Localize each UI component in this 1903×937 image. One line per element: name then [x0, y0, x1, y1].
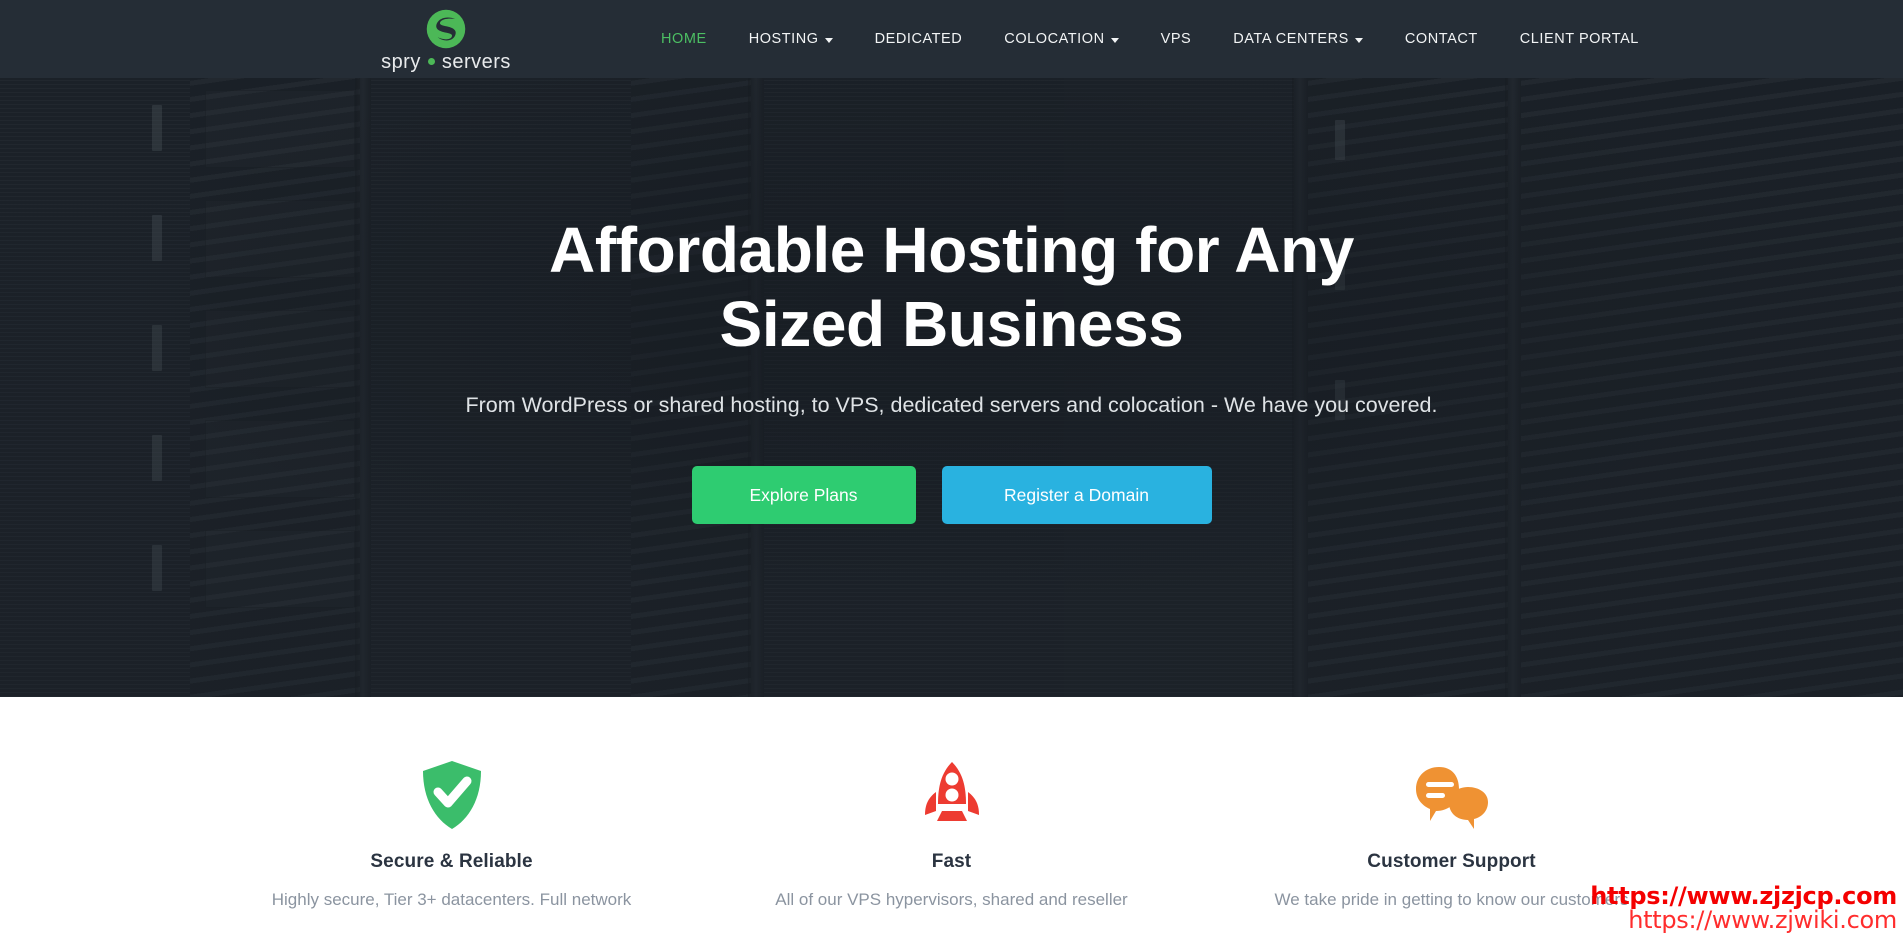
- logo-dot-icon: [427, 58, 435, 65]
- nav-item-home[interactable]: HOME: [640, 0, 728, 78]
- site-header: spry servers HOME HOSTING DEDICATED COLO…: [0, 0, 1903, 78]
- site-logo[interactable]: spry servers: [376, 0, 516, 78]
- spry-circle-s-logo-icon: [426, 9, 466, 48]
- nav-label: CONTACT: [1404, 31, 1478, 47]
- feature-card-secure-reliable: Secure & Reliable Highly secure, Tier 3+…: [202, 759, 702, 937]
- chevron-down-icon: [1354, 38, 1363, 43]
- feature-description: Highly secure, Tier 3+ datacenters. Full…: [271, 890, 632, 909]
- nav-label: COLOCATION: [1004, 31, 1105, 47]
- nav-label: HOME: [661, 31, 707, 47]
- nav-item-data-centers[interactable]: DATA CENTERS: [1212, 0, 1384, 78]
- feature-card-customer-support: Customer Support We take pride in gettin…: [1202, 759, 1702, 937]
- chevron-down-icon: [1110, 38, 1119, 43]
- logo-word-servers: servers: [441, 50, 511, 73]
- nav-label: HOSTING: [748, 31, 819, 47]
- nav-label: VPS: [1160, 31, 1192, 47]
- features-section: Secure & Reliable Highly secure, Tier 3+…: [0, 697, 1903, 937]
- hero-subtitle: From WordPress or shared hosting, to VPS…: [465, 393, 1438, 418]
- register-domain-button[interactable]: Register a Domain: [941, 466, 1212, 525]
- nav-item-contact[interactable]: CONTACT: [1384, 0, 1499, 78]
- nav-item-client-portal[interactable]: CLIENT PORTAL: [1499, 0, 1660, 78]
- feature-description: We take pride in getting to know our cus…: [1274, 890, 1629, 909]
- logo-wordmark: spry servers: [381, 52, 511, 72]
- hero-section: Affordable Hosting for Any Sized Busines…: [0, 0, 1903, 697]
- nav-label: CLIENT PORTAL: [1519, 31, 1639, 47]
- explore-plans-button[interactable]: Explore Plans: [691, 466, 916, 525]
- hero-cta-group: Explore Plans Register a Domain: [691, 466, 1212, 525]
- page-root: Affordable Hosting for Any Sized Busines…: [0, 0, 1903, 937]
- hero-content: Affordable Hosting for Any Sized Busines…: [0, 0, 1903, 697]
- nav-label: DATA CENTERS: [1233, 31, 1349, 47]
- feature-title: Secure & Reliable: [370, 851, 533, 872]
- logo-word-spry: spry: [381, 50, 421, 73]
- nav-item-hosting[interactable]: HOSTING: [728, 0, 854, 78]
- shield-check-icon: [421, 759, 483, 831]
- feature-title: Fast: [931, 851, 972, 872]
- hero-title: Affordable Hosting for Any Sized Busines…: [549, 213, 1354, 361]
- feature-description: All of our VPS hypervisors, shared and r…: [775, 890, 1128, 909]
- chevron-down-icon: [824, 38, 833, 43]
- main-navigation: HOME HOSTING DEDICATED COLOCATION VPS DA…: [640, 0, 1660, 78]
- rocket-icon: [916, 759, 988, 831]
- nav-item-vps[interactable]: VPS: [1140, 0, 1213, 78]
- feature-title: Customer Support: [1367, 851, 1536, 872]
- features-row: Secure & Reliable Highly secure, Tier 3+…: [202, 759, 1702, 937]
- nav-label: DEDICATED: [874, 31, 963, 47]
- feature-card-fast: Fast All of our VPS hypervisors, shared …: [702, 759, 1202, 937]
- nav-item-colocation[interactable]: COLOCATION: [983, 0, 1139, 78]
- nav-item-dedicated[interactable]: DEDICATED: [854, 0, 984, 78]
- chat-bubbles-icon: [1411, 759, 1493, 831]
